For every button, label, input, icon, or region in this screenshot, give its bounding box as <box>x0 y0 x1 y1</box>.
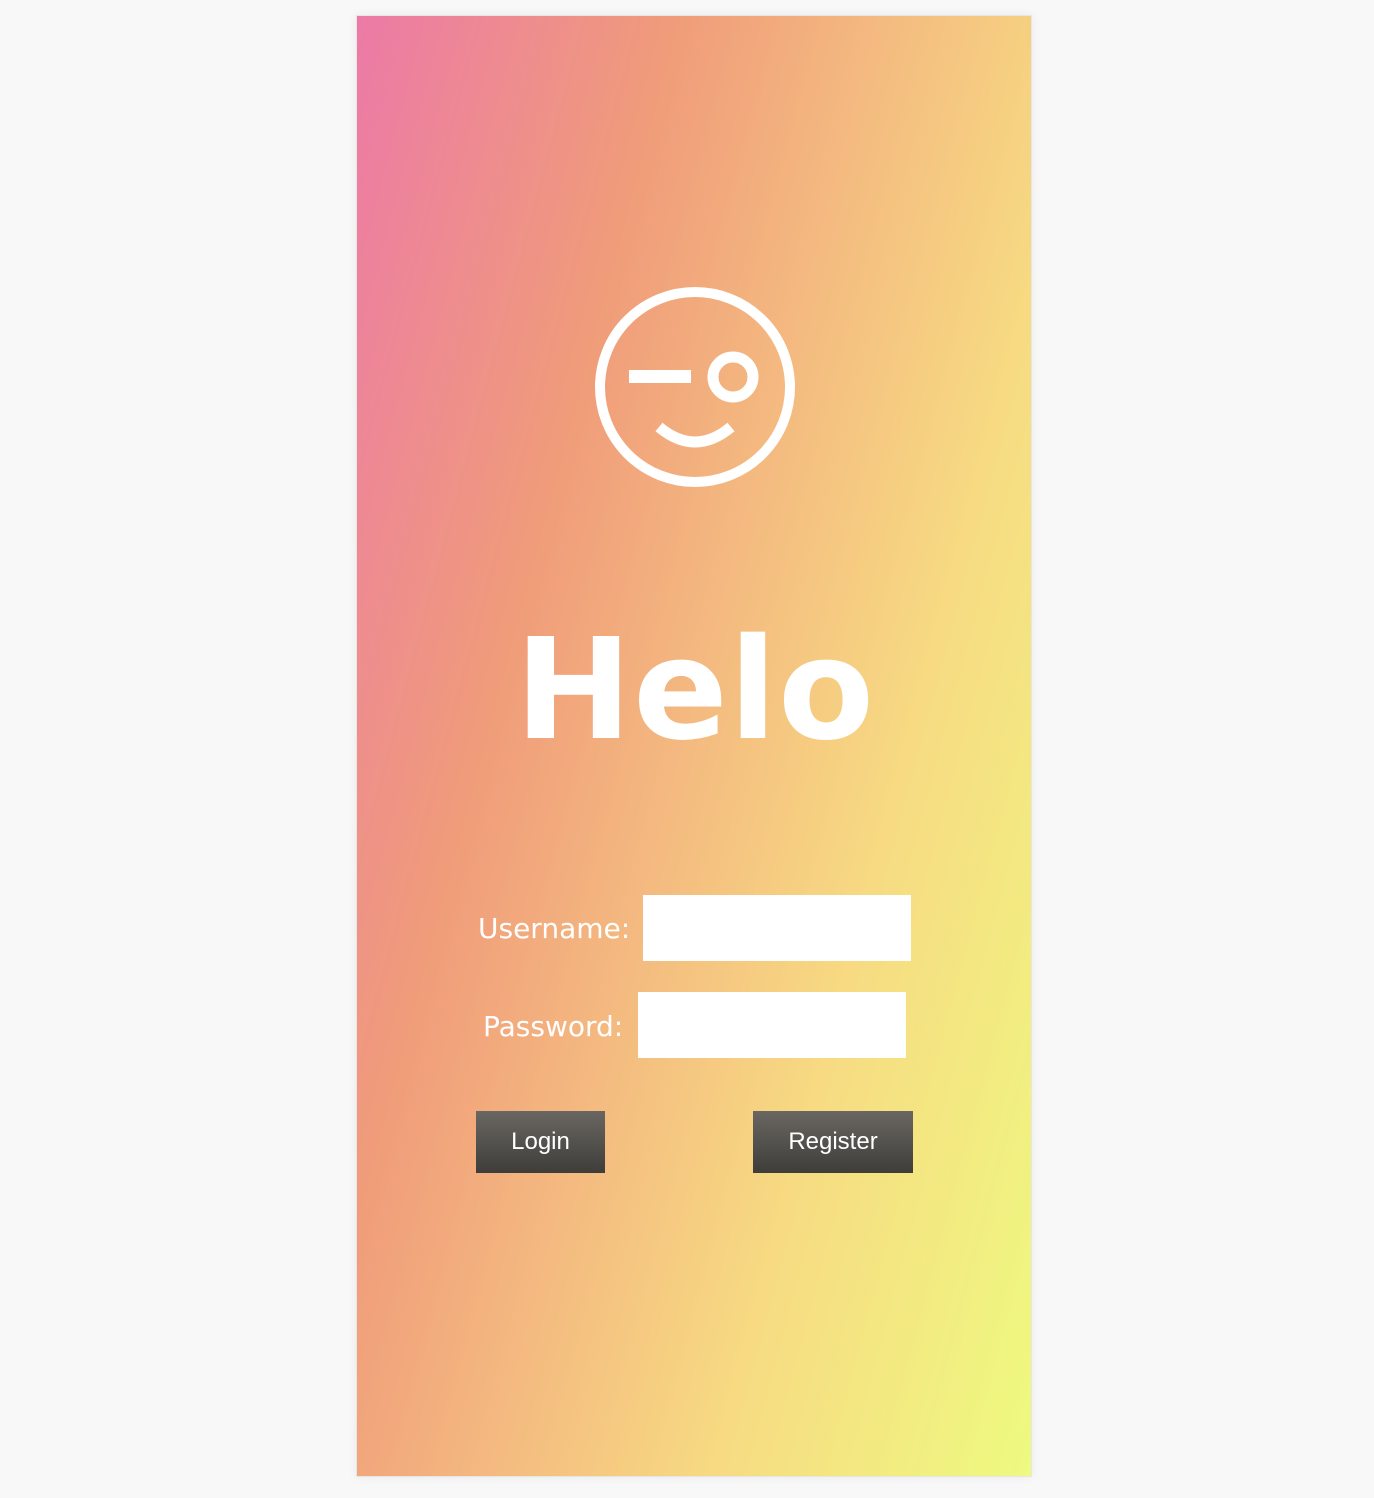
username-input[interactable] <box>643 895 911 961</box>
register-button[interactable]: Register <box>753 1111 913 1173</box>
login-screen: Helo Username: Password: Login Register <box>356 15 1032 1477</box>
wink-face-icon <box>593 285 797 489</box>
password-input[interactable] <box>638 992 906 1058</box>
app-title: Helo <box>514 609 876 772</box>
username-label: Username: <box>478 912 631 945</box>
password-label: Password: <box>483 1010 624 1043</box>
login-button[interactable]: Login <box>476 1111 605 1173</box>
